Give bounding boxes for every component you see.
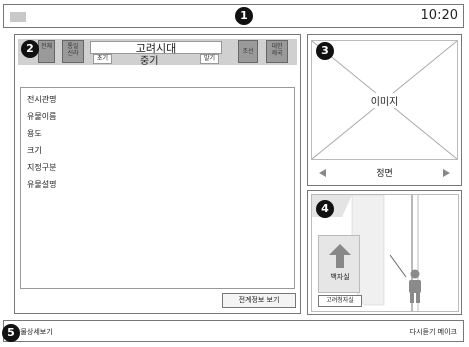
replay-link[interactable]: 다시듣기 메이크 — [410, 327, 457, 337]
left-triangle-icon[interactable] — [319, 169, 326, 177]
top-bar: 10:20 — [3, 4, 464, 28]
image-label: 이미지 — [357, 93, 412, 108]
person-icon — [409, 269, 421, 303]
callout-badge-3: 3 — [316, 42, 334, 60]
era-button-joseon[interactable]: 조선 — [238, 40, 258, 63]
list-item: 크기 — [27, 146, 42, 155]
period-early[interactable]: 초기 — [93, 54, 113, 64]
clock-time: 10:20 — [420, 8, 458, 23]
bottom-bar: 유물상세보기 다시듣기 메이크 — [3, 320, 464, 342]
menu-icon[interactable] — [10, 12, 26, 22]
callout-badge-5: 5 — [2, 324, 20, 342]
callout-badge-4: 4 — [316, 200, 334, 218]
era-button-korean-empire[interactable]: 대한 제국 — [266, 40, 288, 63]
callout-badge-2: 2 — [21, 40, 39, 58]
up-arrow-icon — [329, 244, 351, 268]
period-selector: 초기 중기 말기 — [90, 52, 222, 67]
list-item: 전시관명 — [27, 95, 57, 104]
artifact-field-list: 전시관명 유물이름 용도 크기 지정구분 유물설명 — [20, 87, 295, 289]
era-button-all[interactable]: 전체 — [38, 40, 55, 63]
list-item: 용도 — [27, 129, 42, 138]
room-label-button[interactable]: 고려청자실 — [318, 295, 362, 307]
period-middle[interactable]: 중기 — [140, 52, 158, 67]
period-late[interactable]: 말기 — [199, 54, 219, 64]
exhibit-tile[interactable]: 백자실 — [318, 235, 360, 293]
artifact-info-panel: 전체 통일 신라 고려시대 초기 중기 말기 조선 대한 제국 전시관명 유물이… — [14, 34, 301, 314]
era-header: 전체 통일 신라 고려시대 초기 중기 말기 조선 대한 제국 — [18, 39, 297, 67]
image-caption-bar: 정면 — [311, 165, 458, 181]
image-placeholder: 이미지 — [311, 40, 458, 160]
right-triangle-icon[interactable] — [443, 169, 450, 177]
era-button-unified-silla[interactable]: 통일 신라 — [62, 40, 84, 63]
list-item: 유물이름 — [27, 112, 57, 121]
exhibit-label: 백자실 — [330, 273, 350, 281]
list-item: 지정구분 — [27, 163, 57, 172]
callout-badge-1: 1 — [235, 7, 253, 25]
detail-info-button[interactable]: 전계정보 보기 — [222, 293, 296, 308]
image-view-caption: 정면 — [376, 169, 393, 179]
list-item: 유물설명 — [27, 180, 57, 189]
